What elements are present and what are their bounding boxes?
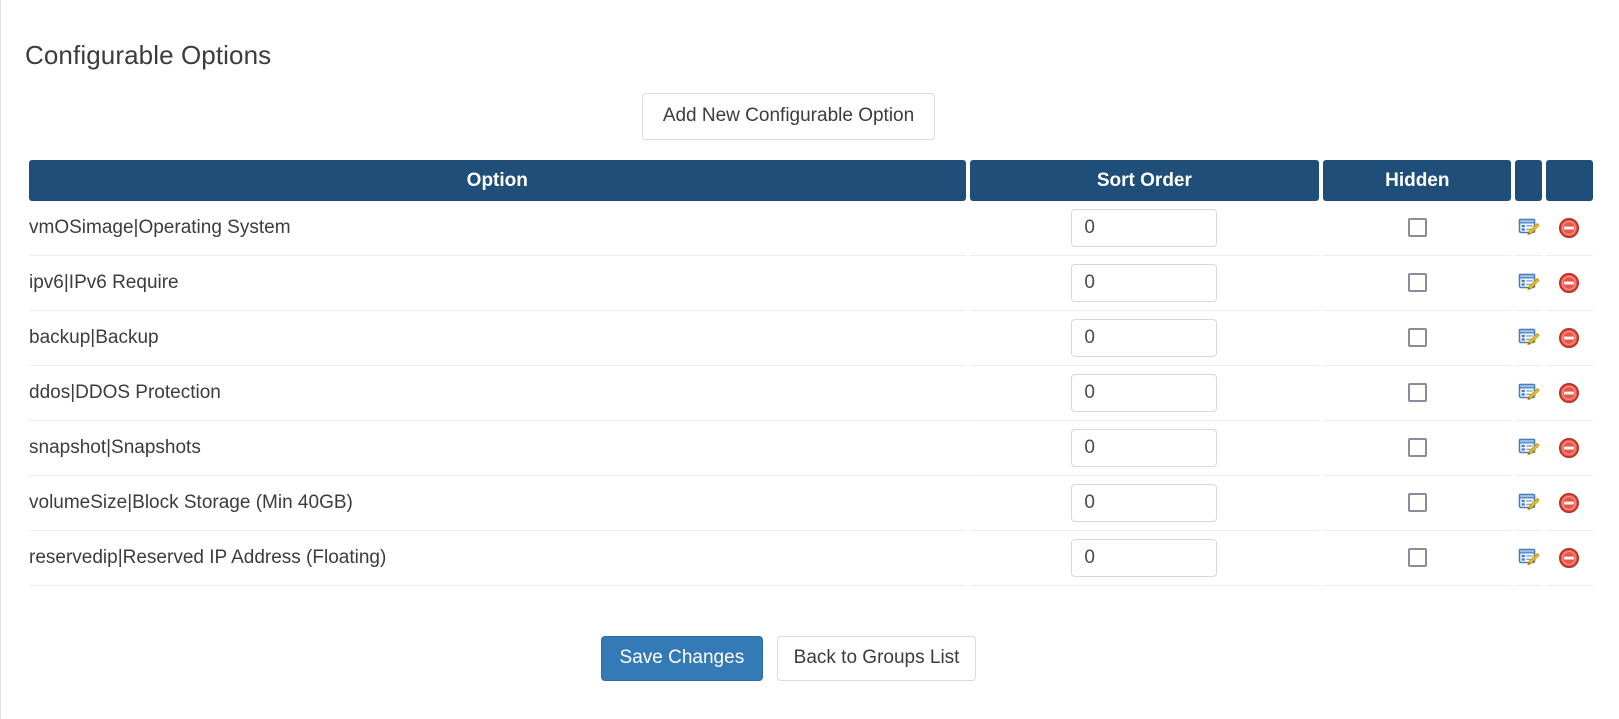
edit-icon[interactable] xyxy=(1518,492,1540,514)
sort-order-input[interactable] xyxy=(1071,374,1218,412)
column-header-delete xyxy=(1545,160,1593,201)
configurable-options-table-wrap: Option Sort Order Hidden vmOSimage|Opera… xyxy=(25,160,1597,586)
sort-order-cell xyxy=(969,201,1320,256)
table-row: backup|Backup xyxy=(29,311,1593,366)
save-changes-button[interactable]: Save Changes xyxy=(600,636,764,681)
hidden-checkbox[interactable] xyxy=(1407,273,1427,293)
sort-order-cell xyxy=(969,531,1320,586)
option-name-cell: backup|Backup xyxy=(29,311,966,366)
table-row: volumeSize|Block Storage (Min 40GB) xyxy=(29,476,1593,531)
hidden-cell xyxy=(1323,421,1512,476)
hidden-checkbox[interactable] xyxy=(1407,218,1427,238)
sort-order-input[interactable] xyxy=(1071,484,1218,522)
option-name-cell: ipv6|IPv6 Require xyxy=(29,256,966,311)
delete-icon[interactable] xyxy=(1558,492,1580,514)
table-row: ddos|DDOS Protection xyxy=(29,366,1593,421)
sort-order-cell xyxy=(969,256,1320,311)
hidden-cell xyxy=(1323,531,1512,586)
sort-order-input[interactable] xyxy=(1071,264,1218,302)
sort-order-cell xyxy=(969,421,1320,476)
column-header-hidden: Hidden xyxy=(1323,160,1512,201)
edit-cell xyxy=(1515,311,1542,366)
column-header-sort-order: Sort Order xyxy=(969,160,1320,201)
configurable-options-table: Option Sort Order Hidden vmOSimage|Opera… xyxy=(25,160,1597,586)
column-header-option: Option xyxy=(29,160,966,201)
sort-order-cell xyxy=(969,476,1320,531)
sort-order-input[interactable] xyxy=(1071,319,1218,357)
edit-cell xyxy=(1515,476,1542,531)
table-body: vmOSimage|Operating Systemipv6|IPv6 Requ… xyxy=(29,201,1593,586)
delete-cell xyxy=(1545,201,1593,256)
delete-cell xyxy=(1545,531,1593,586)
table-row: ipv6|IPv6 Require xyxy=(29,256,1593,311)
edit-icon[interactable] xyxy=(1518,327,1540,349)
sort-order-cell xyxy=(969,366,1320,421)
add-option-toolbar: Add New Configurable Option xyxy=(1,93,1576,140)
sort-order-cell xyxy=(969,311,1320,366)
option-name-cell: vmOSimage|Operating System xyxy=(29,201,966,256)
hidden-cell xyxy=(1323,256,1512,311)
delete-icon[interactable] xyxy=(1558,272,1580,294)
edit-cell xyxy=(1515,366,1542,421)
hidden-checkbox[interactable] xyxy=(1407,328,1427,348)
edit-icon[interactable] xyxy=(1518,437,1540,459)
page-title: Configurable Options xyxy=(25,40,272,70)
edit-cell xyxy=(1515,256,1542,311)
delete-cell xyxy=(1545,476,1593,531)
column-header-edit xyxy=(1515,160,1542,201)
edit-cell xyxy=(1515,201,1542,256)
hidden-checkbox[interactable] xyxy=(1407,493,1427,513)
table-header: Option Sort Order Hidden xyxy=(29,160,1593,201)
delete-icon[interactable] xyxy=(1558,382,1580,404)
table-row: snapshot|Snapshots xyxy=(29,421,1593,476)
table-header-row: Option Sort Order Hidden xyxy=(29,160,1593,201)
option-name-cell: reservedip|Reserved IP Address (Floating… xyxy=(29,531,966,586)
edit-icon[interactable] xyxy=(1518,547,1540,569)
footer-actions: Save Changes Back to Groups List xyxy=(1,636,1576,681)
option-name-cell: snapshot|Snapshots xyxy=(29,421,966,476)
edit-icon[interactable] xyxy=(1518,382,1540,404)
table-row: vmOSimage|Operating System xyxy=(29,201,1593,256)
delete-icon[interactable] xyxy=(1558,327,1580,349)
hidden-cell xyxy=(1323,311,1512,366)
hidden-checkbox[interactable] xyxy=(1407,438,1427,458)
option-name-cell: ddos|DDOS Protection xyxy=(29,366,966,421)
add-new-configurable-option-button[interactable]: Add New Configurable Option xyxy=(641,93,936,140)
hidden-checkbox[interactable] xyxy=(1407,548,1427,568)
edit-icon[interactable] xyxy=(1518,272,1540,294)
option-name-cell: volumeSize|Block Storage (Min 40GB) xyxy=(29,476,966,531)
edit-cell xyxy=(1515,421,1542,476)
sort-order-input[interactable] xyxy=(1071,429,1218,467)
hidden-cell xyxy=(1323,201,1512,256)
configurable-options-page: Configurable Options Add New Configurabl… xyxy=(0,0,1619,719)
delete-icon[interactable] xyxy=(1558,547,1580,569)
sort-order-input[interactable] xyxy=(1071,539,1218,577)
delete-icon[interactable] xyxy=(1558,217,1580,239)
delete-cell xyxy=(1545,421,1593,476)
hidden-cell xyxy=(1323,366,1512,421)
delete-cell xyxy=(1545,256,1593,311)
back-to-groups-list-button[interactable]: Back to Groups List xyxy=(776,636,977,681)
hidden-checkbox[interactable] xyxy=(1407,383,1427,403)
delete-cell xyxy=(1545,366,1593,421)
edit-icon[interactable] xyxy=(1518,217,1540,239)
delete-icon[interactable] xyxy=(1558,437,1580,459)
sort-order-input[interactable] xyxy=(1071,209,1218,247)
table-row: reservedip|Reserved IP Address (Floating… xyxy=(29,531,1593,586)
edit-cell xyxy=(1515,531,1542,586)
hidden-cell xyxy=(1323,476,1512,531)
delete-cell xyxy=(1545,311,1593,366)
